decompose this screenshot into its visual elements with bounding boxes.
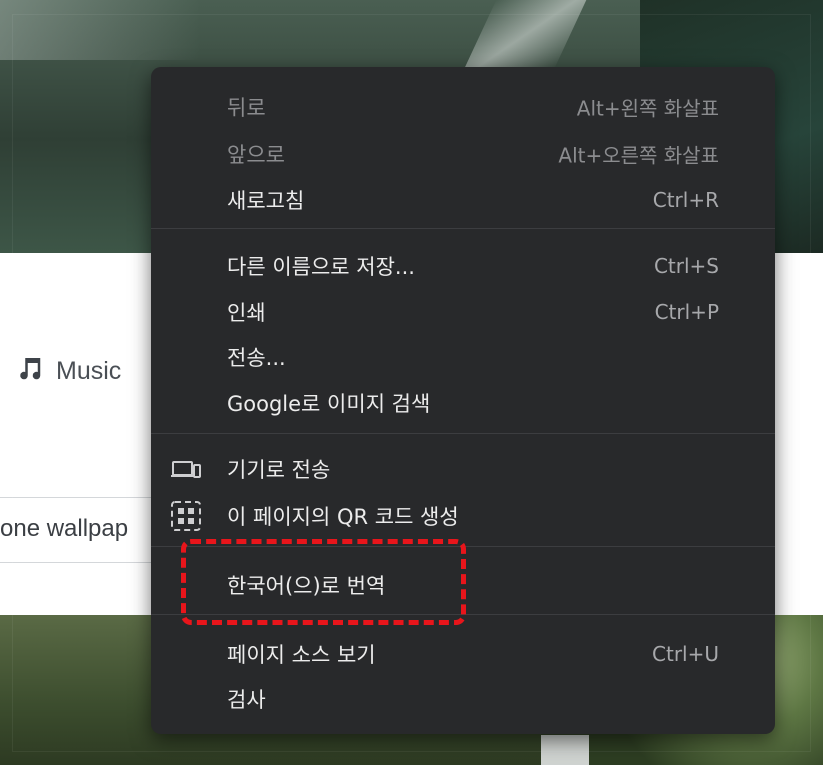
menu-item-qr-code[interactable]: 이 페이지의 QR 코드 생성 <box>151 494 775 538</box>
menu-item-label: Google로 이미지 검색 <box>227 392 431 416</box>
menu-item-label: 앞으로 <box>227 143 285 167</box>
menu-item-save-as[interactable]: 다른 이름으로 저장... Ctrl+S <box>151 244 775 288</box>
menu-divider <box>151 433 775 434</box>
music-nav-link[interactable]: Music <box>14 353 121 389</box>
menu-item-label: 새로고침 <box>227 189 305 213</box>
menu-item-label: 페이지 소스 보기 <box>227 643 376 667</box>
menu-item-label: 이 페이지의 QR 코드 생성 <box>227 505 459 529</box>
menu-item-search-image-google[interactable]: Google로 이미지 검색 <box>151 381 775 425</box>
qr-code-icon <box>171 501 201 531</box>
devices-icon <box>171 454 201 484</box>
screenshot: Music one wallpap 뒤로 Alt+왼쪽 화살표 앞으로 Alt+… <box>0 0 823 765</box>
menu-item-back[interactable]: 뒤로 Alt+왼쪽 화살표 <box>151 85 775 129</box>
menu-divider <box>151 228 775 229</box>
menu-item-label: 뒤로 <box>227 96 266 120</box>
menu-item-shortcut: Alt+왼쪽 화살표 <box>576 96 719 121</box>
menu-item-send-to-device[interactable]: 기기로 전송 <box>151 447 775 491</box>
music-label: Music <box>56 356 122 385</box>
menu-item-label: 전송... <box>227 346 286 370</box>
menu-divider <box>151 614 775 615</box>
context-menu: 뒤로 Alt+왼쪽 화살표 앞으로 Alt+오른쪽 화살표 새로고침 Ctrl+… <box>151 67 775 734</box>
menu-item-label: 한국어(으)로 번역 <box>227 574 386 598</box>
menu-item-print[interactable]: 인쇄 Ctrl+P <box>151 290 775 334</box>
menu-item-shortcut: Ctrl+R <box>652 188 719 212</box>
menu-item-view-source[interactable]: 페이지 소스 보기 Ctrl+U <box>151 632 775 676</box>
menu-divider <box>151 546 775 547</box>
menu-item-inspect[interactable]: 검사 <box>151 677 775 721</box>
menu-item-shortcut: Ctrl+U <box>652 642 719 666</box>
search-input-text: one wallpap <box>0 515 129 542</box>
menu-item-label: 인쇄 <box>227 301 266 325</box>
music-note-icon <box>14 353 44 390</box>
menu-item-forward[interactable]: 앞으로 Alt+오른쪽 화살표 <box>151 132 775 176</box>
menu-item-label: 다른 이름으로 저장... <box>227 255 415 279</box>
menu-item-reload[interactable]: 새로고침 Ctrl+R <box>151 178 775 222</box>
menu-item-label: 검사 <box>227 688 266 712</box>
search-input[interactable]: one wallpap <box>0 497 171 563</box>
menu-item-shortcut: Alt+오른쪽 화살표 <box>558 143 719 168</box>
menu-item-label: 기기로 전송 <box>227 458 331 482</box>
menu-item-shortcut: Ctrl+P <box>654 300 719 324</box>
menu-item-translate[interactable]: 한국어(으)로 번역 <box>151 563 775 607</box>
menu-item-shortcut: Ctrl+S <box>653 254 719 278</box>
menu-item-cast[interactable]: 전송... <box>151 335 775 379</box>
